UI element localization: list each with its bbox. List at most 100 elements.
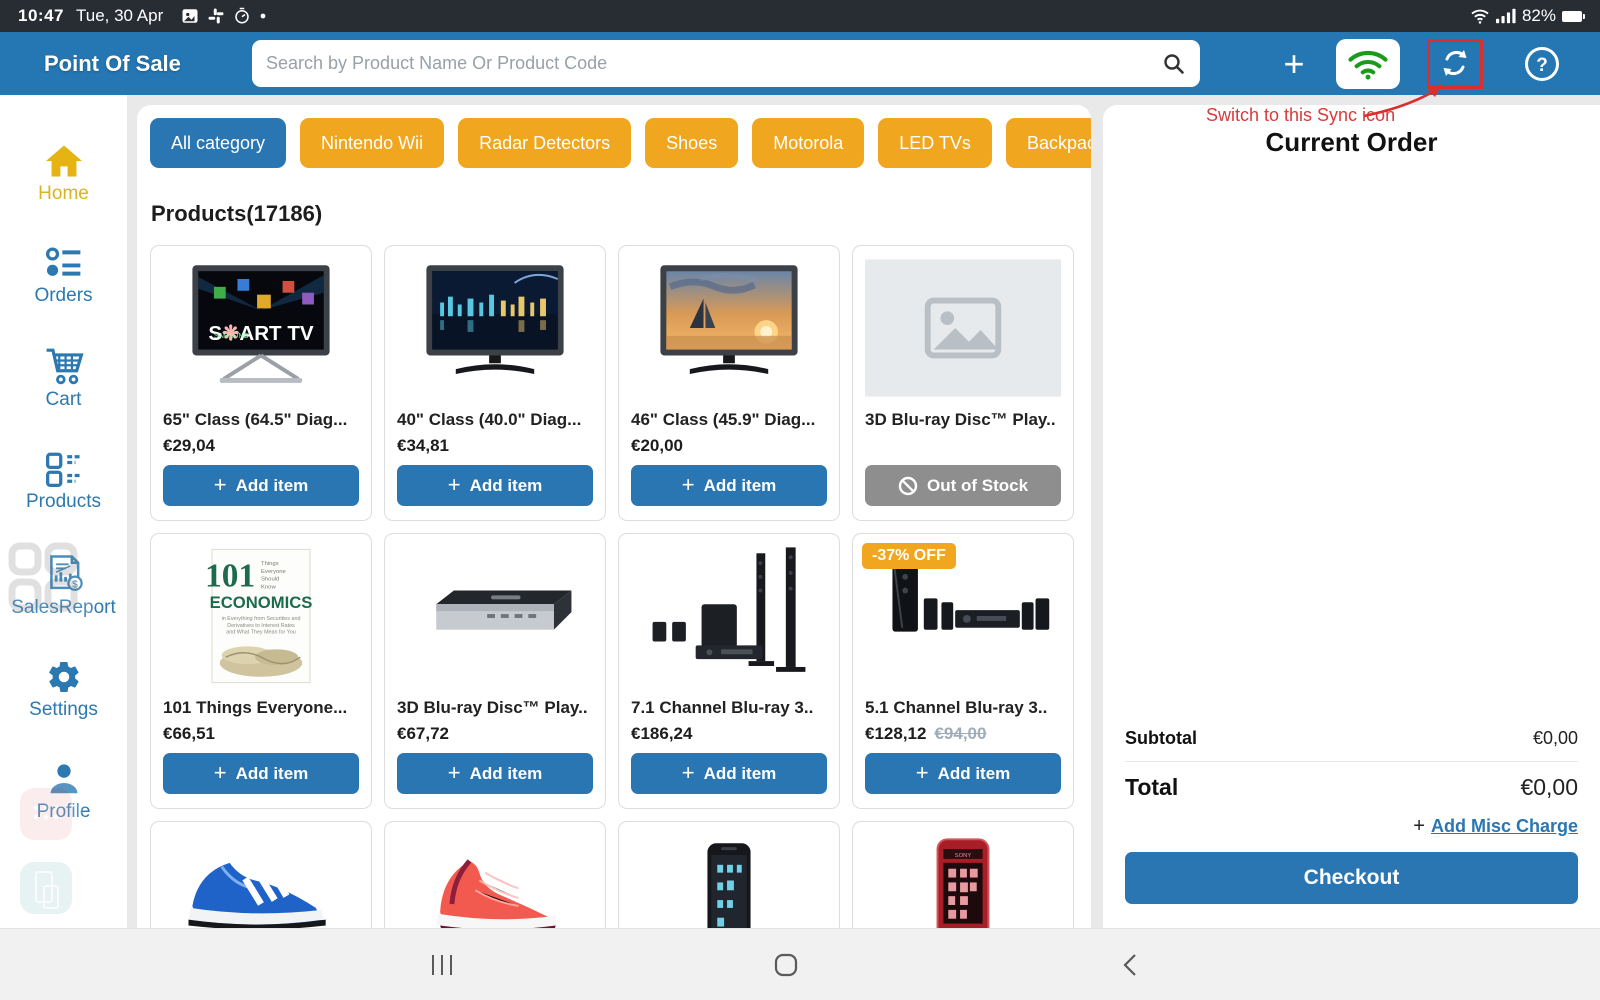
add-new-button[interactable]: +	[1266, 46, 1322, 82]
category-chip-backpacks[interactable]: Backpacks	[1006, 118, 1091, 168]
help-button[interactable]: ?	[1520, 42, 1564, 86]
products-heading: Products(17186)	[151, 201, 1091, 227]
product-card: -37% OFF 5.1 Channel Blu-ray 3.. €128,12…	[852, 533, 1074, 809]
category-chip-nintendo-wii[interactable]: Nintendo Wii	[300, 118, 444, 168]
product-image-shoe-red	[397, 834, 593, 928]
product-card: +Add item	[150, 821, 372, 928]
total-row: Total €0,00	[1125, 762, 1578, 807]
sidebar-item-cart[interactable]: Cart	[0, 347, 127, 411]
sidebar-item-sales-report[interactable]: $ SalesReport	[0, 553, 127, 619]
subtotal-value: €0,00	[1533, 728, 1578, 749]
product-title: 101 Things Everyone...	[163, 698, 359, 718]
product-image-shoe-blue	[163, 834, 359, 928]
search-bar[interactable]	[252, 40, 1200, 87]
product-image-tv-smart: S❋ART TV SAMSUNG	[163, 258, 359, 398]
product-price-row: €186,24	[631, 721, 827, 747]
category-chip-led-tvs[interactable]: LED TVs	[878, 118, 992, 168]
product-image-book: 101 ThingsEveryoneShouldKnow ECONOMICS i…	[163, 546, 359, 686]
add-item-button[interactable]: +Add item	[865, 753, 1061, 794]
out-of-stock-button: Out of Stock	[865, 465, 1061, 506]
network-status-button[interactable]	[1336, 39, 1400, 89]
add-item-button[interactable]: +Add item	[163, 465, 359, 506]
sidebar-item-profile[interactable]: Profile	[0, 761, 127, 823]
annotation-text: Switch to this Sync icon	[1206, 105, 1395, 126]
product-image-placeholder	[865, 258, 1061, 398]
slack-icon	[207, 7, 225, 25]
recents-icon[interactable]	[412, 943, 472, 987]
product-title: 46" Class (45.9" Diag...	[631, 410, 827, 430]
product-card: 101 ThingsEveryoneShouldKnow ECONOMICS i…	[150, 533, 372, 809]
product-card: SONY +Add item	[852, 821, 1074, 928]
category-chip-all-category[interactable]: All category	[150, 118, 286, 168]
total-value: €0,00	[1520, 774, 1578, 801]
category-chip-radar-detectors[interactable]: Radar Detectors	[458, 118, 631, 168]
sidebar-item-home[interactable]: Home	[0, 143, 127, 205]
add-item-button[interactable]: +Add item	[631, 753, 827, 794]
timer-icon	[233, 7, 251, 25]
svg-text:Things: Things	[261, 561, 279, 567]
sidebar-item-orders[interactable]: Orders	[0, 245, 127, 307]
sync-button[interactable]	[1432, 40, 1478, 86]
subtotal-row: Subtotal €0,00	[1125, 720, 1578, 762]
svg-text:Know: Know	[261, 585, 276, 591]
current-order-panel: Current Order Subtotal €0,00 Total €0,00…	[1103, 105, 1600, 928]
sidebar-item-products[interactable]: Products	[0, 451, 127, 513]
plus-icon: +	[682, 472, 695, 498]
search-icon[interactable]	[1162, 52, 1186, 76]
profile-icon	[45, 761, 83, 797]
prohibited-icon	[898, 476, 918, 496]
product-image-phone-black	[631, 834, 827, 928]
add-item-button[interactable]: +Add item	[397, 753, 593, 794]
home-nav-icon[interactable]	[756, 943, 816, 987]
product-card: 7.1 Channel Blu-ray 3.. €186,24 +Add ite…	[618, 533, 840, 809]
svg-text:SONY: SONY	[955, 853, 972, 859]
settings-icon	[44, 659, 84, 695]
checkout-button[interactable]: Checkout	[1125, 852, 1578, 904]
plus-icon: +	[1413, 815, 1425, 837]
add-item-button[interactable]: +Add item	[397, 465, 593, 506]
misc-charge-row: + Add Misc Charge	[1125, 807, 1578, 852]
add-item-button[interactable]: +Add item	[163, 753, 359, 794]
product-price: €20,00	[631, 436, 683, 456]
add-item-button[interactable]: +Add item	[631, 465, 827, 506]
product-card: 40" Class (40.0" Diag... €34,81 +Add ite…	[384, 245, 606, 521]
cart-icon	[43, 347, 85, 385]
total-label: Total	[1125, 774, 1178, 801]
wifi-icon	[1347, 47, 1389, 81]
wifi-status-icon	[1470, 8, 1490, 24]
product-title: 7.1 Channel Blu-ray 3..	[631, 698, 827, 718]
photo-icon	[181, 7, 199, 25]
product-card: 3D Blu-ray Disc™ Play.. €67,72 +Add item	[384, 533, 606, 809]
product-card: S❋ART TV SAMSUNG 65" Class (64.5" Diag..…	[150, 245, 372, 521]
order-panel-title: Current Order	[1103, 127, 1600, 158]
products-panel: All category Nintendo Wii Radar Detectors S…	[137, 105, 1091, 928]
sync-icon	[1437, 45, 1473, 81]
help-icon: ?	[1523, 45, 1561, 83]
plus-icon: +	[214, 760, 227, 786]
product-price: €66,51	[163, 724, 215, 744]
product-price-row: €20,00	[631, 433, 827, 459]
sidebar-item-settings[interactable]: Settings	[0, 659, 127, 721]
search-input[interactable]	[266, 53, 1162, 74]
svg-text:?: ?	[1536, 55, 1548, 76]
svg-text:in Everything from Securities: in Everything from Securities and	[222, 616, 301, 622]
category-chip-motorola[interactable]: Motorola	[752, 118, 864, 168]
svg-text:$: $	[72, 580, 78, 591]
plus-icon: +	[448, 472, 461, 498]
back-icon[interactable]	[1100, 943, 1160, 987]
category-chip-shoes[interactable]: Shoes	[645, 118, 738, 168]
product-image-speakers-71	[631, 546, 827, 686]
svg-text:101: 101	[205, 558, 255, 595]
product-title: 3D Blu-ray Disc™ Play..	[397, 698, 593, 718]
product-price: €34,81	[397, 436, 449, 456]
product-image-walkman-red: SONY	[865, 834, 1061, 928]
svg-text:Everyone: Everyone	[261, 569, 286, 575]
app-header: Point Of Sale + ?	[0, 32, 1600, 95]
product-card: +Add item	[384, 821, 606, 928]
sidebar-nav: Home Orders Cart Products $ SalesReport …	[0, 95, 127, 928]
product-original-price: €94,00	[934, 724, 986, 744]
svg-text:Should: Should	[261, 577, 279, 583]
product-title: 3D Blu-ray Disc™ Play..	[865, 410, 1061, 430]
add-misc-charge-link[interactable]: Add Misc Charge	[1431, 816, 1578, 836]
subtotal-label: Subtotal	[1125, 728, 1197, 749]
